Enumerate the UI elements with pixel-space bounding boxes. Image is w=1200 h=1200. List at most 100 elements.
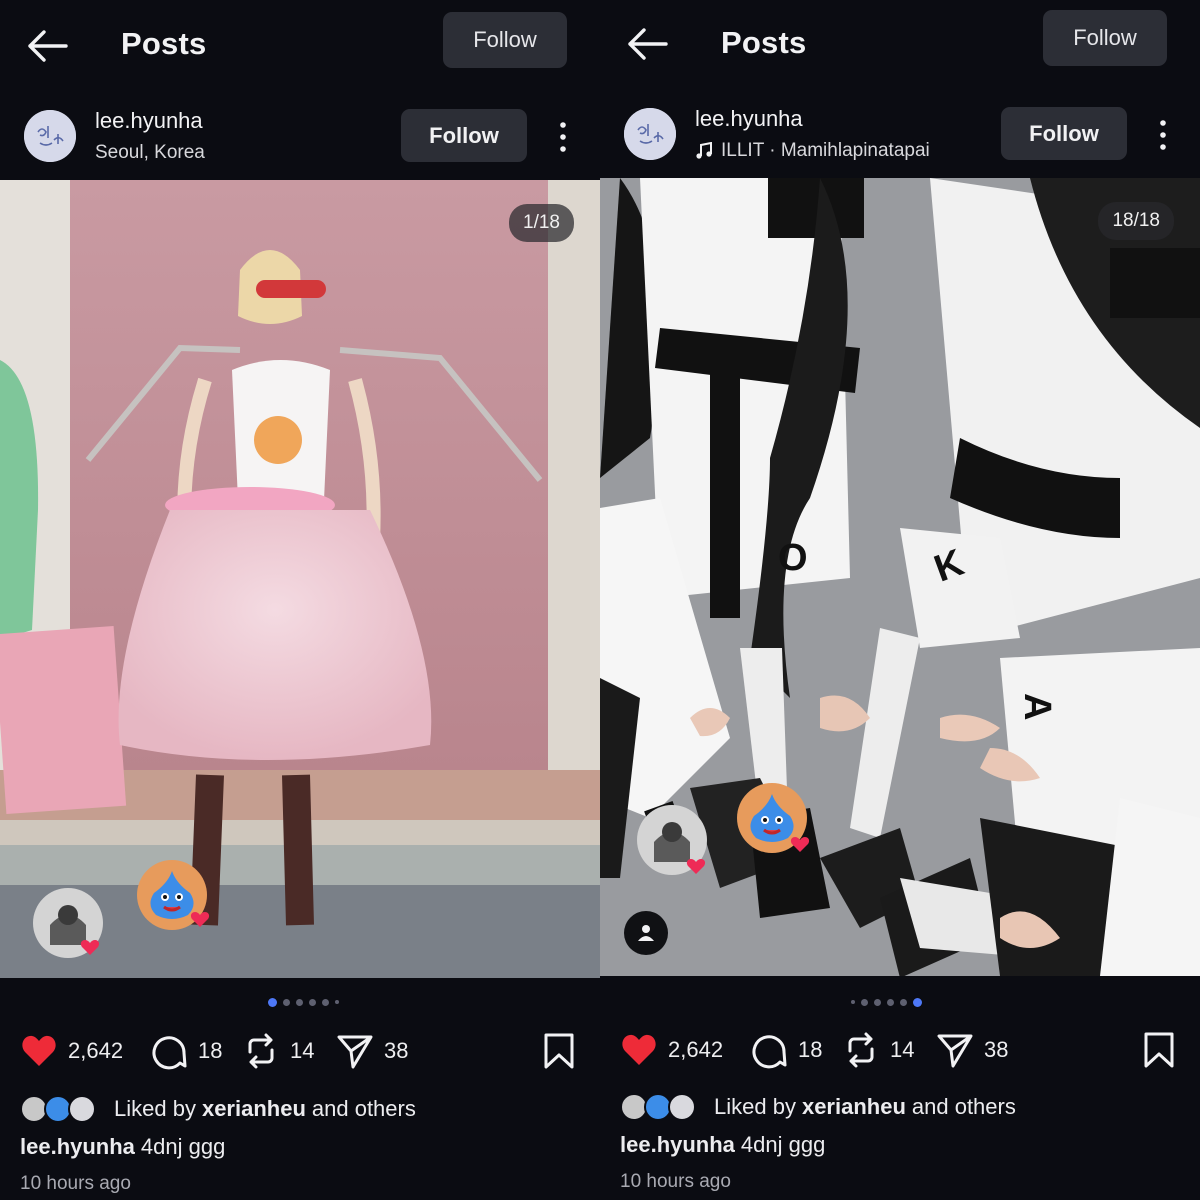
post-timestamp: 10 hours ago <box>620 1171 731 1192</box>
avatar-signature-icon <box>624 108 676 160</box>
post-header: lee.hyunha ILLIT · Mamihlapinatapai Foll… <box>600 94 1200 176</box>
more-options-icon[interactable] <box>1154 118 1172 152</box>
author-username[interactable]: lee.hyunha <box>95 108 203 134</box>
carousel-dot[interactable] <box>900 998 907 1006</box>
top-bar: Posts Follow <box>600 0 1200 92</box>
bookmark-icon[interactable] <box>542 1032 576 1070</box>
carousel-dot[interactable] <box>887 998 894 1006</box>
follow-button[interactable]: Follow <box>401 109 527 162</box>
liked-by-user[interactable]: xerianheu <box>802 1094 906 1120</box>
liked-by-avatars <box>20 1095 100 1123</box>
music-note-icon <box>696 142 712 159</box>
share-button[interactable]: 38 <box>336 1030 408 1072</box>
subline-text: Seoul, Korea <box>95 142 205 163</box>
repost-count: 14 <box>290 1038 315 1063</box>
post-media[interactable]: 1/18 <box>0 180 600 978</box>
reply-button[interactable]: 18 <box>750 1029 822 1071</box>
subline-text: ILLIT · Mamihlapinatapai <box>721 140 930 161</box>
comment-bubble-icon <box>152 1036 187 1070</box>
reply-button[interactable]: 18 <box>150 1030 222 1072</box>
tagged-users-button[interactable] <box>624 911 668 955</box>
liked-by-user[interactable]: xerianheu <box>202 1096 306 1122</box>
post-panel-left: Posts Follow lee.hyunha Seoul, Korea Fol… <box>0 0 600 1200</box>
carousel-dot[interactable] <box>851 1000 855 1004</box>
carousel-dot[interactable] <box>322 998 329 1006</box>
post-header: lee.hyunha Seoul, Korea Follow <box>0 96 600 178</box>
liked-by-avatars <box>620 1093 700 1121</box>
reply-count: 18 <box>198 1038 223 1063</box>
letter-o: O <box>778 537 808 579</box>
carousel-dot[interactable] <box>296 998 303 1006</box>
reaction-slime-avatar[interactable] <box>134 857 210 933</box>
author-avatar[interactable] <box>24 110 76 162</box>
reaction-avatar-photo[interactable] <box>634 802 710 878</box>
top-follow-button[interactable]: Follow <box>443 12 567 68</box>
top-follow-button[interactable]: Follow <box>1043 10 1167 66</box>
post-timestamp: 10 hours ago <box>20 1173 131 1194</box>
carousel-dot[interactable] <box>268 997 277 1007</box>
repost-icon <box>848 1032 874 1068</box>
post-media[interactable]: M O K A 18/18 <box>600 178 1200 976</box>
carousel-dot[interactable] <box>874 998 881 1006</box>
mini-avatar-default <box>668 1093 696 1121</box>
back-arrow-icon[interactable] <box>26 28 68 64</box>
repost-button[interactable]: 14 <box>242 1030 314 1072</box>
carousel-dot[interactable] <box>335 1000 339 1004</box>
more-options-icon[interactable] <box>554 120 572 154</box>
author-username[interactable]: lee.hyunha <box>695 106 803 132</box>
post-caption: lee.hyunha 4dnj ggg <box>20 1134 225 1160</box>
liked-by-suffix: and others <box>911 1094 1016 1119</box>
reply-count: 18 <box>798 1037 823 1062</box>
send-icon <box>937 1034 973 1068</box>
reaction-slime-avatar[interactable] <box>734 780 810 856</box>
audio-label[interactable]: ILLIT · Mamihlapinatapai <box>695 140 930 162</box>
liked-by-suffix: and others <box>311 1096 416 1121</box>
repost-count: 14 <box>890 1037 915 1062</box>
repost-button[interactable]: 14 <box>842 1029 914 1071</box>
comment-bubble-icon <box>752 1035 787 1069</box>
screenshot-pair: Posts Follow lee.hyunha Seoul, Korea Fol… <box>0 0 1200 1200</box>
caption-username[interactable]: lee.hyunha <box>20 1134 135 1159</box>
avatar-signature-icon <box>24 110 76 162</box>
like-button[interactable]: 2,642 <box>620 1029 723 1071</box>
share-count: 38 <box>384 1038 409 1063</box>
person-icon <box>638 925 654 941</box>
carousel-dot[interactable] <box>861 998 868 1006</box>
page-counter: 1/18 <box>509 204 574 242</box>
follow-button[interactable]: Follow <box>1001 107 1127 160</box>
like-count: 2,642 <box>68 1038 124 1063</box>
carousel-dot[interactable] <box>913 997 922 1007</box>
carousel-dot[interactable] <box>309 998 316 1006</box>
like-button[interactable]: 2,642 <box>20 1030 123 1072</box>
post-panel-right: Posts Follow lee.hyunha ILLIT · Mamihlap… <box>600 0 1200 1200</box>
liked-by-row[interactable]: Liked by xerianheu and others <box>620 1092 1016 1122</box>
author-avatar[interactable] <box>624 108 676 160</box>
caption-username[interactable]: lee.hyunha <box>620 1132 735 1157</box>
bookmark-icon[interactable] <box>1142 1031 1176 1069</box>
carousel-dots <box>851 996 922 1008</box>
carousel-dot[interactable] <box>283 998 290 1006</box>
action-bar: 2,642 18 14 38 <box>0 1030 600 1072</box>
page-counter: 18/18 <box>1098 202 1174 240</box>
back-arrow-icon[interactable] <box>626 26 668 62</box>
reaction-avatar-photo[interactable] <box>30 885 106 961</box>
action-bar: 2,642 18 14 38 <box>600 1029 1200 1071</box>
top-bar: Posts Follow <box>0 0 600 92</box>
repost-icon <box>248 1033 274 1069</box>
caption-text: 4dnj ggg <box>740 1132 826 1157</box>
liked-by-row[interactable]: Liked by xerianheu and others <box>20 1094 416 1124</box>
heart-filled-icon <box>622 1034 656 1065</box>
liked-by-prefix: Liked by <box>714 1094 796 1119</box>
mini-avatar-default <box>68 1095 96 1123</box>
like-count: 2,642 <box>668 1037 724 1062</box>
liked-by-prefix: Liked by <box>114 1096 196 1121</box>
photo-pink-tutu <box>0 180 600 978</box>
heart-filled-icon <box>22 1035 56 1066</box>
share-button[interactable]: 38 <box>936 1029 1008 1071</box>
caption-text: 4dnj ggg <box>140 1134 226 1159</box>
page-title: Posts <box>121 26 207 61</box>
share-count: 38 <box>984 1037 1009 1062</box>
post-caption: lee.hyunha 4dnj ggg <box>620 1132 825 1158</box>
send-icon <box>337 1035 373 1069</box>
location-label[interactable]: Seoul, Korea <box>95 142 205 164</box>
